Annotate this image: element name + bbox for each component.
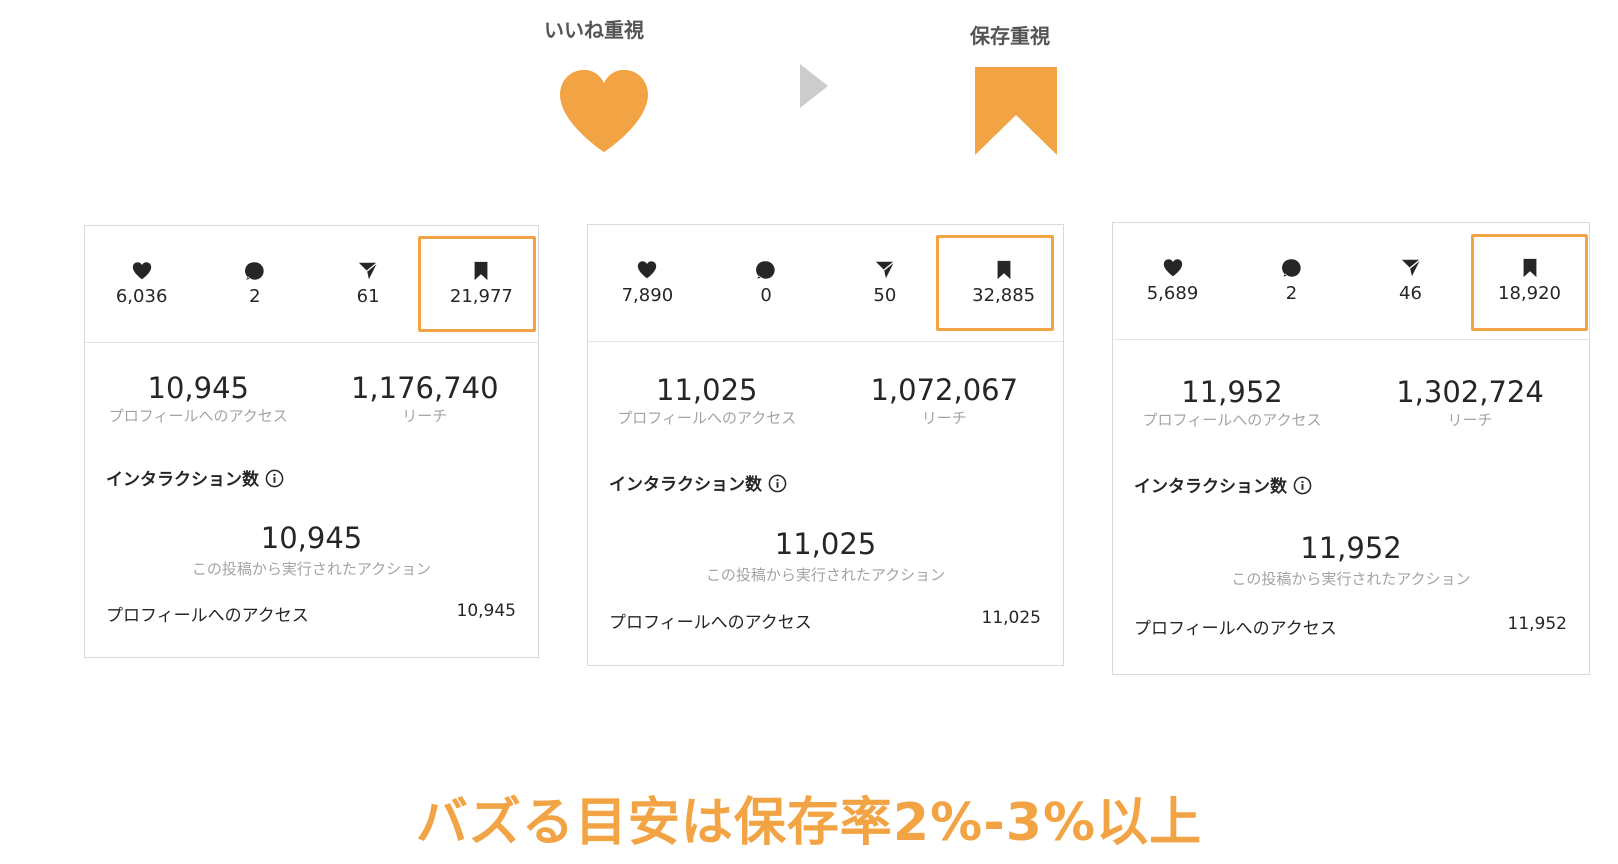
- shares-count: 46: [1399, 283, 1422, 304]
- comments-stat: 2: [198, 226, 311, 342]
- heart-icon: [560, 69, 648, 153]
- heart-icon: [638, 261, 657, 279]
- info-icon[interactable]: [1293, 476, 1312, 495]
- comments-count: 2: [1285, 283, 1298, 304]
- info-icon[interactable]: [265, 469, 284, 488]
- saves-highlight-box: [936, 235, 1054, 331]
- interactions-title: インタラクション数: [609, 470, 787, 495]
- likes-stat: 5,689: [1113, 223, 1232, 339]
- send-icon: [358, 262, 378, 280]
- likes-count: 7,890: [621, 285, 674, 306]
- profile-visits-value: 10,945: [147, 371, 249, 405]
- interactions-label: この投稿から実行されたアクション: [1231, 570, 1471, 588]
- shares-count: 50: [873, 285, 897, 306]
- interactions-total: 10,945 この投稿から実行されたアクション: [85, 521, 538, 579]
- profile-visits-metric: 10,945 プロフィールへのアクセス: [85, 371, 312, 425]
- comments-count: 0: [760, 285, 772, 306]
- row-value: 10,945: [456, 601, 516, 621]
- saves-highlight-box: [418, 236, 536, 332]
- heart-icon: [1163, 259, 1182, 277]
- row-label: プロフィールへのアクセス: [106, 606, 309, 626]
- reach-metric: 1,176,740 リーチ: [312, 371, 539, 425]
- interactions-title-text: インタラクション数: [1134, 477, 1287, 497]
- interactions-label: この投稿から実行されたアクション: [705, 566, 946, 584]
- interactions-value: 11,952: [1300, 531, 1402, 565]
- shares-stat: 61: [312, 226, 425, 342]
- profile-visits-label: プロフィールへのアクセス: [617, 409, 797, 427]
- likes-focus-label: いいね重視: [544, 18, 644, 42]
- likes-stat: 6,036: [85, 226, 198, 342]
- likes-stat: 7,890: [588, 225, 707, 341]
- comment-icon: [756, 261, 775, 279]
- comment-icon: [244, 262, 264, 280]
- row-label: プロフィールへのアクセス: [609, 613, 812, 633]
- saves-focus-label: 保存重視: [970, 24, 1050, 48]
- comments-stat: 0: [707, 225, 826, 341]
- reach-metric: 1,302,724 リーチ: [1351, 375, 1589, 429]
- bookmark-icon: [975, 67, 1057, 155]
- profile-visits-label: プロフィールへのアクセス: [1142, 411, 1322, 429]
- row-value: 11,025: [981, 608, 1041, 628]
- shares-stat: 46: [1351, 223, 1470, 339]
- headline-banner: バズる目安は保存率2%-3%以上: [415, 793, 1203, 853]
- reach-label: リーチ: [921, 409, 967, 427]
- insights-card: 7,890 0 50 32,885 11,025 プロフィールへのアクセス 1,…: [587, 224, 1064, 666]
- reach-metric: 1,072,067 リーチ: [826, 373, 1064, 427]
- profile-visits-value: 11,952: [1181, 375, 1283, 409]
- reach-value: 1,176,740: [350, 371, 499, 405]
- play-arrow-icon: [800, 64, 828, 108]
- interactions-total: 11,025 この投稿から実行されたアクション: [588, 527, 1063, 585]
- saves-highlight-box: [1471, 234, 1588, 331]
- row-value: 11,952: [1507, 614, 1567, 634]
- shares-stat: 50: [826, 225, 945, 341]
- insights-card: 5,689 2 46 18,920 11,952 プロフィールへのアクセス 1,…: [1112, 222, 1590, 675]
- reach-value: 1,302,724: [1396, 375, 1544, 409]
- comments-stat: 2: [1232, 223, 1351, 339]
- profile-visits-value: 11,025: [656, 373, 758, 407]
- profile-visits-label: プロフィールへのアクセス: [108, 407, 288, 425]
- likes-count: 5,689: [1146, 283, 1199, 304]
- heart-icon: [132, 262, 151, 280]
- interactions-value: 11,025: [774, 527, 877, 561]
- interactions-label: この投稿から実行されたアクション: [191, 560, 432, 578]
- shares-count: 61: [356, 286, 380, 307]
- row-label: プロフィールへのアクセス: [1134, 619, 1337, 639]
- send-icon: [1401, 259, 1421, 277]
- profile-visits-metric: 11,025 プロフィールへのアクセス: [588, 373, 826, 427]
- comments-count: 2: [249, 286, 261, 307]
- reach-value: 1,072,067: [870, 373, 1019, 407]
- reach-label: リーチ: [1447, 411, 1493, 429]
- profile-visits-metric: 11,952 プロフィールへのアクセス: [1113, 375, 1351, 429]
- insights-card: 6,036 2 61 21,977 10,945 プロフィールへのアクセス 1,…: [84, 225, 539, 658]
- comment-icon: [1281, 259, 1301, 277]
- likes-count: 6,036: [115, 286, 168, 307]
- interactions-title-text: インタラクション数: [106, 470, 259, 490]
- send-icon: [875, 261, 895, 279]
- interactions-total: 11,952 この投稿から実行されたアクション: [1113, 531, 1589, 589]
- reach-label: リーチ: [402, 407, 448, 425]
- interactions-title-text: インタラクション数: [609, 475, 762, 495]
- interactions-value: 10,945: [260, 521, 363, 555]
- info-icon[interactable]: [768, 474, 787, 493]
- interactions-title: インタラクション数: [1134, 472, 1312, 497]
- interactions-title: インタラクション数: [106, 465, 284, 490]
